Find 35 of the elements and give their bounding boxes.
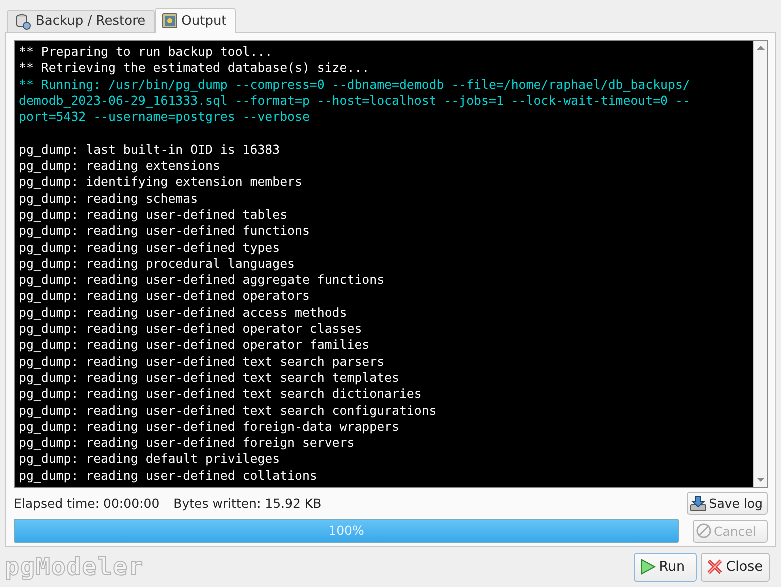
logo: pgModeler	[5, 553, 144, 581]
log-line: demodb_2023-06-29_161333.sql --format=p --host=localhost --jobs=1 --lock-wait-timeout=0 --	[19, 92, 692, 110]
log-line: pg_dump: reading user-defined text search templates	[19, 370, 400, 386]
log-line: ** Running: /usr/bin/pg_dump --compress=0 --dbname=demodb --file=/home/raphael/db_backups/	[19, 76, 692, 93]
log-line: ** Retrieving the estimated database(s) size...	[19, 60, 371, 77]
log-line: pg_dump: reading user-defined operator families	[19, 337, 371, 354]
log-line: pg_dump: reading extensions	[19, 158, 222, 174]
bytes-written: Bytes written: 15.92 KB	[174, 496, 323, 512]
log-line: pg_dump: reading user-defined aggregate functions	[19, 272, 386, 288]
log-line: pg_dump: reading schemas	[19, 190, 200, 207]
log-line: pg_dump: reading user-defined text search parsers	[19, 354, 386, 370]
elapsed-time: Elapsed time: 00:00:00	[14, 496, 160, 512]
log-line: pg_dump: reading user-defined functions	[19, 223, 311, 240]
progress-label: 100%	[328, 523, 366, 538]
log-line: pg_dump: reading user-defined text search configurations	[19, 402, 438, 419]
run-button[interactable]: Run	[634, 552, 698, 582]
tab[interactable]: Backup / Restore	[7, 10, 155, 32]
log-line: pg_dump: reading user-defined foreign servers	[19, 435, 356, 452]
log-line: pg_dump: reading user-defined tables	[19, 206, 289, 224]
save-log-button[interactable]: Save log	[687, 492, 768, 516]
log-line: pg_dump: reading procedural languages	[19, 256, 296, 272]
log-line: pg_dump: identifying extension members	[19, 174, 304, 191]
log-line: pg_dump: reading user-defined text search dictionaries	[19, 386, 423, 403]
log-line: port=5432 --username=postgres --verbose	[19, 109, 311, 126]
log-line: ** Preparing to run backup tool...	[19, 44, 274, 60]
log-line: pg_dump: reading user-defined foreign-data wrappers	[19, 418, 400, 436]
tab[interactable]: Output	[154, 8, 236, 33]
log-line: pg_dump: last built-in OID is 16383	[19, 142, 282, 158]
log-line: pg_dump: reading user-defined collations	[19, 468, 318, 484]
log-line: pg_dump: reading user-defined access methods	[19, 304, 348, 322]
close-button[interactable]: Close	[701, 552, 770, 582]
log-line: pg_dump: reading default privileges	[19, 451, 282, 468]
log-line: pg_dump: reading user-defined operator classes	[19, 321, 364, 338]
log-line: pg_dump: reading user-defined operators	[19, 288, 311, 305]
log-line: pg_dump: reading user-defined types	[19, 240, 282, 256]
